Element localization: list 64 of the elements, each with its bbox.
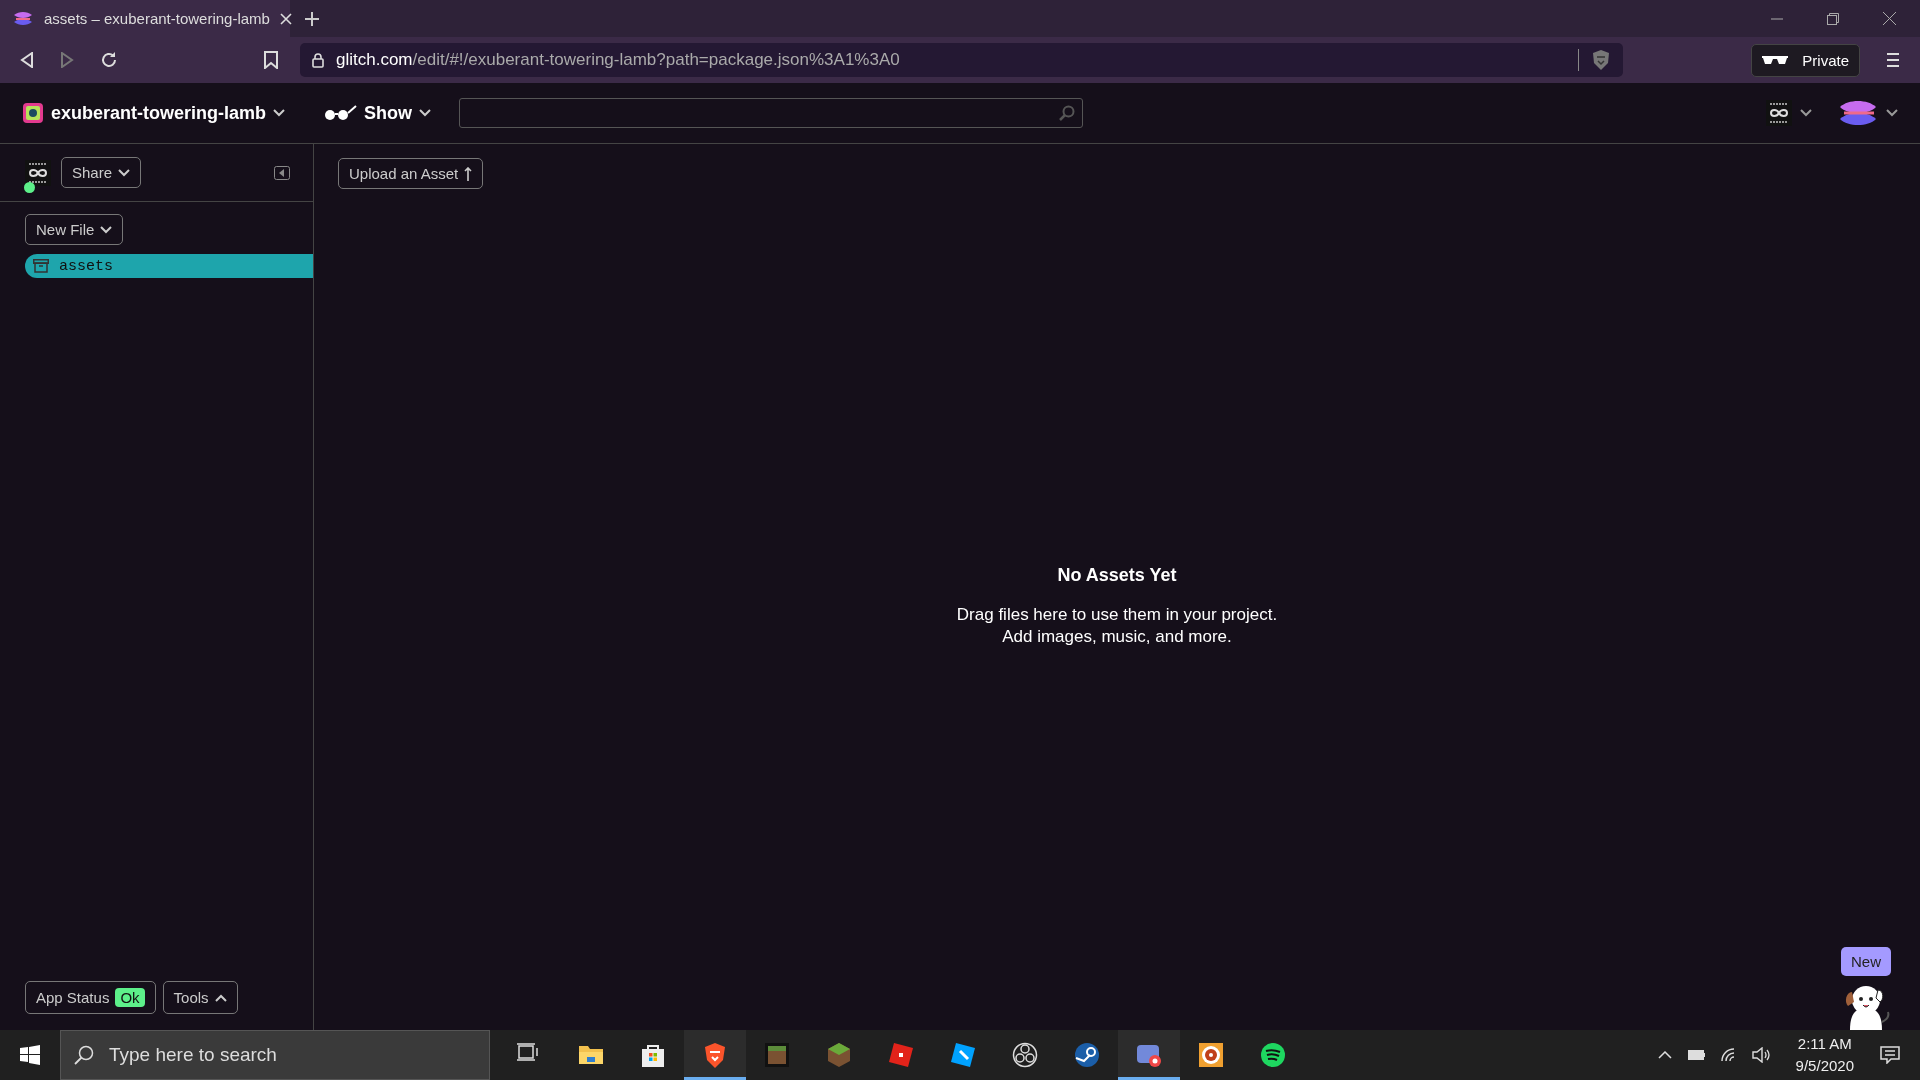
chevron-down-icon bbox=[273, 109, 286, 117]
chevron-down-icon bbox=[419, 109, 432, 117]
project-name-button[interactable]: exuberant-towering-lamb bbox=[22, 102, 286, 124]
fish-avatar-icon bbox=[1838, 98, 1878, 128]
menu-icon[interactable] bbox=[1886, 52, 1900, 68]
chevron-down-icon bbox=[1886, 109, 1898, 117]
taskbar-app-button[interactable] bbox=[1118, 1030, 1180, 1080]
forward-icon[interactable] bbox=[60, 52, 74, 68]
back-icon[interactable] bbox=[20, 52, 34, 68]
address-bar[interactable]: glitch.com/edit/#!/exuberant-towering-lamb?path=package.json%3A1%3A0 bbox=[300, 43, 1623, 77]
bookmark-icon[interactable] bbox=[264, 51, 278, 69]
chevron-down-icon bbox=[1800, 109, 1812, 117]
notification-icon[interactable] bbox=[1880, 1046, 1900, 1064]
status-badge: Ok bbox=[115, 988, 145, 1007]
private-label: Private bbox=[1802, 51, 1849, 69]
sunglasses-icon bbox=[1762, 55, 1789, 65]
lock-icon bbox=[312, 52, 324, 68]
fish-icon bbox=[12, 9, 34, 28]
private-badge[interactable]: Private bbox=[1751, 43, 1860, 77]
chevron-up-icon[interactable] bbox=[1657, 1051, 1672, 1059]
show-button[interactable]: Show bbox=[323, 102, 432, 124]
search-icon bbox=[1059, 105, 1076, 121]
spotify-logo-icon bbox=[1260, 1042, 1286, 1068]
dirt-block-icon bbox=[764, 1042, 790, 1068]
empty-state-title: No Assets Yet bbox=[1057, 565, 1177, 586]
chevron-up-icon bbox=[214, 993, 227, 1002]
project-logo-icon bbox=[22, 102, 44, 124]
file-item[interactable]: assets bbox=[25, 254, 313, 278]
reload-icon[interactable] bbox=[100, 51, 118, 69]
restore-icon[interactable] bbox=[1827, 12, 1839, 25]
user-menu-button[interactable] bbox=[1838, 98, 1898, 128]
chevron-down-icon bbox=[100, 225, 113, 234]
infinity-avatar-icon bbox=[1766, 100, 1792, 126]
arrow-up-icon bbox=[464, 166, 473, 181]
plus-icon[interactable] bbox=[304, 10, 320, 27]
grass-block-icon bbox=[826, 1042, 852, 1068]
app-status-button[interactable]: App Status Ok bbox=[25, 981, 156, 1014]
shopping-bag-icon bbox=[640, 1042, 666, 1068]
empty-state-text: Add images, music, and more. bbox=[1001, 626, 1233, 648]
team-menu-button[interactable] bbox=[1766, 100, 1812, 126]
share-button[interactable]: Share bbox=[61, 157, 142, 188]
browser-tab[interactable]: assets – exuberant-towering-lamb bbox=[0, 0, 290, 37]
collapse-sidebar-icon[interactable] bbox=[274, 165, 290, 180]
windows-start-icon[interactable] bbox=[20, 1045, 40, 1065]
tools-button[interactable]: Tools bbox=[162, 981, 238, 1014]
clock-button[interactable]: 2:11 AM 9/5/2020 bbox=[1795, 1033, 1854, 1077]
chevron-down-icon bbox=[118, 168, 131, 177]
url-text: glitch.com/edit/#!/exuberant-towering-lamb?path=package.json%3A1%3A0 bbox=[336, 50, 901, 70]
speaker-icon[interactable] bbox=[1751, 1047, 1770, 1063]
close-icon[interactable] bbox=[1883, 12, 1896, 25]
archive-box-icon bbox=[33, 259, 49, 273]
glasses-icon bbox=[323, 105, 358, 121]
search-field[interactable] bbox=[459, 98, 1084, 128]
taskbar-search-field[interactable]: Type here to search bbox=[60, 1030, 490, 1080]
circle-logo-icon bbox=[1012, 1042, 1038, 1068]
battery-icon[interactable] bbox=[1685, 1049, 1706, 1061]
taskbar-app-button[interactable] bbox=[684, 1030, 746, 1080]
steam-logo-icon bbox=[1074, 1042, 1100, 1068]
new-badge: New bbox=[1841, 947, 1891, 976]
infinity-avatar-icon bbox=[25, 159, 51, 186]
tab-title: assets – exuberant-towering-lamb bbox=[44, 10, 270, 27]
empty-state-text: Drag files here to use them in your project. bbox=[956, 604, 1278, 626]
upload-asset-button[interactable]: Upload an Asset bbox=[338, 158, 484, 189]
new-file-button[interactable]: New File bbox=[25, 214, 124, 245]
